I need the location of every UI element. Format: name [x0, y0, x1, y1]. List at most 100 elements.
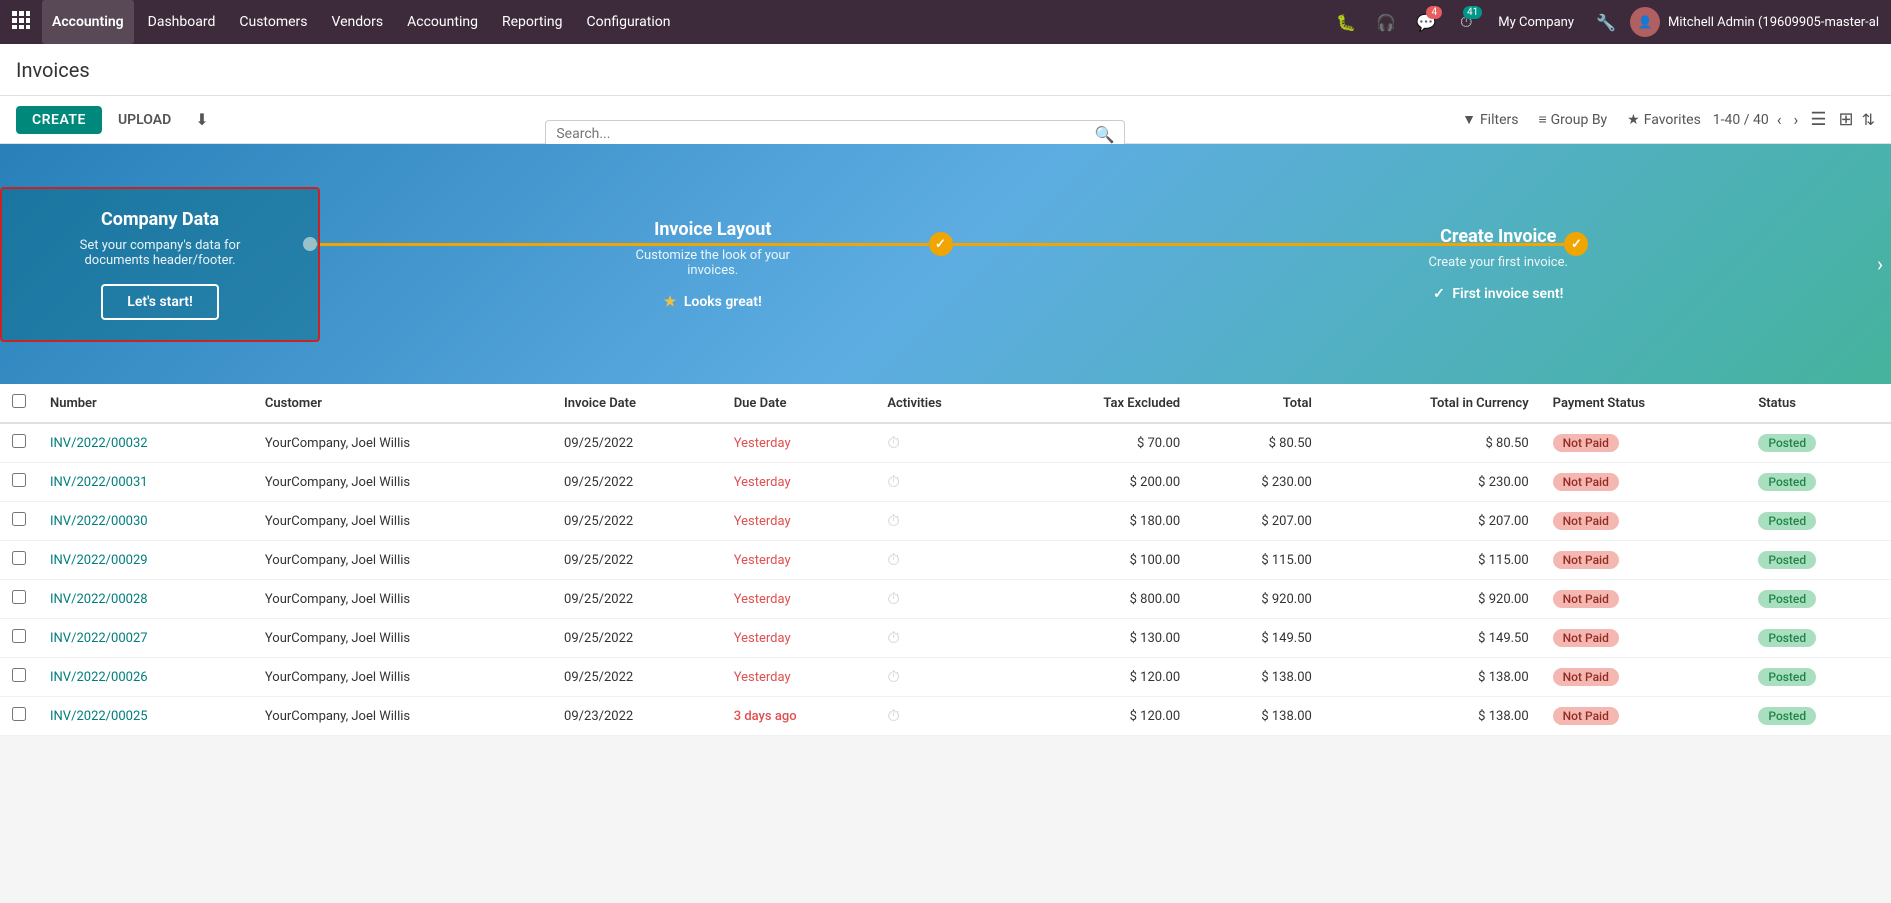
- header-payment-status[interactable]: Payment Status: [1541, 384, 1747, 423]
- cell-customer: YourCompany, Joel Willis: [253, 541, 552, 580]
- cell-number[interactable]: INV/2022/00028: [38, 580, 253, 619]
- nav-configuration[interactable]: Configuration: [577, 0, 681, 44]
- cell-activities[interactable]: ⏱: [875, 580, 1014, 619]
- row-checkbox[interactable]: [12, 590, 26, 604]
- nav-customers[interactable]: Customers: [229, 0, 317, 44]
- nav-dashboard[interactable]: Dashboard: [138, 0, 226, 44]
- row-checkbox-cell[interactable]: [0, 502, 38, 541]
- activity-clock-icon[interactable]: ⏱: [887, 667, 899, 686]
- cell-tax-excluded: $ 120.00: [1014, 658, 1192, 697]
- activity-clock-icon[interactable]: ⏱: [887, 550, 899, 569]
- activity-clock-icon[interactable]: ⏱: [887, 628, 899, 647]
- headset-icon[interactable]: 🎧: [1370, 6, 1402, 38]
- cell-number[interactable]: INV/2022/00025: [38, 697, 253, 736]
- row-checkbox[interactable]: [12, 473, 26, 487]
- cell-payment-status: Not Paid: [1541, 423, 1747, 463]
- row-checkbox-cell[interactable]: [0, 697, 38, 736]
- company-selector[interactable]: My Company: [1490, 15, 1582, 30]
- filter-icon: ▼: [1462, 111, 1476, 128]
- cell-activities[interactable]: ⏱: [875, 463, 1014, 502]
- upload-button[interactable]: UPLOAD: [110, 106, 179, 134]
- favorites-button[interactable]: ★ Favorites: [1619, 108, 1709, 132]
- status-badge: Posted: [1758, 473, 1816, 491]
- header-customer[interactable]: Customer: [253, 384, 552, 423]
- avatar[interactable]: 👤: [1630, 7, 1660, 37]
- table-row: INV/2022/00031 YourCompany, Joel Willis …: [0, 463, 1891, 502]
- cell-activities[interactable]: ⏱: [875, 619, 1014, 658]
- activity-clock-icon[interactable]: ⏱: [887, 706, 899, 725]
- cell-number[interactable]: INV/2022/00027: [38, 619, 253, 658]
- cell-total-currency: $ 207.00: [1324, 502, 1541, 541]
- top-navigation: Accounting Dashboard Customers Vendors A…: [0, 0, 1891, 44]
- cell-activities[interactable]: ⏱: [875, 697, 1014, 736]
- payment-status-badge: Not Paid: [1553, 434, 1619, 452]
- cell-status: Posted: [1746, 580, 1891, 619]
- cell-activities[interactable]: ⏱: [875, 658, 1014, 697]
- row-checkbox[interactable]: [12, 707, 26, 721]
- cell-invoice-date: 09/25/2022: [552, 580, 722, 619]
- row-checkbox-cell[interactable]: [0, 619, 38, 658]
- cell-number[interactable]: INV/2022/00030: [38, 502, 253, 541]
- cell-activities[interactable]: ⏱: [875, 541, 1014, 580]
- chat-badge: 4: [1426, 6, 1442, 19]
- step2-title: Invoice Layout: [654, 219, 771, 240]
- nav-vendors[interactable]: Vendors: [322, 0, 394, 44]
- nav-reporting[interactable]: Reporting: [492, 0, 573, 44]
- activity-clock-icon[interactable]: ⏱: [887, 511, 899, 530]
- header-status[interactable]: Status: [1746, 384, 1891, 423]
- header-activities[interactable]: Activities: [875, 384, 1014, 423]
- header-due-date[interactable]: Due Date: [722, 384, 876, 423]
- header-total[interactable]: Total: [1192, 384, 1324, 423]
- download-button[interactable]: ⬇: [187, 104, 216, 135]
- activity-icon[interactable]: ⏱ 41: [1450, 6, 1482, 38]
- banner-next-arrow[interactable]: ›: [1877, 252, 1883, 276]
- header-tax-excluded[interactable]: Tax Excluded: [1014, 384, 1192, 423]
- row-checkbox[interactable]: [12, 434, 26, 448]
- filters-button[interactable]: ▼ Filters: [1454, 107, 1526, 132]
- next-page-button[interactable]: ›: [1790, 108, 1803, 131]
- row-checkbox-cell[interactable]: [0, 580, 38, 619]
- header-number[interactable]: Number: [38, 384, 253, 423]
- grid-menu-icon[interactable]: [12, 11, 30, 33]
- cell-number[interactable]: INV/2022/00029: [38, 541, 253, 580]
- cell-total-currency: $ 138.00: [1324, 658, 1541, 697]
- row-checkbox-cell[interactable]: [0, 658, 38, 697]
- invoices-table-container: Number Customer Invoice Date Due Date Ac…: [0, 384, 1891, 736]
- cell-status: Posted: [1746, 502, 1891, 541]
- username-label[interactable]: Mitchell Admin (19609905-master-al: [1668, 15, 1879, 30]
- cell-activities[interactable]: ⏱: [875, 502, 1014, 541]
- chat-icon[interactable]: 💬 4: [1410, 6, 1442, 38]
- cell-customer: YourCompany, Joel Willis: [253, 658, 552, 697]
- list-view-button[interactable]: ☰: [1806, 105, 1830, 134]
- prev-page-button[interactable]: ‹: [1773, 108, 1786, 131]
- row-checkbox-cell[interactable]: [0, 423, 38, 463]
- grid-view-button[interactable]: ⊞: [1835, 105, 1858, 134]
- activity-clock-icon[interactable]: ⏱: [887, 589, 899, 608]
- cell-number[interactable]: INV/2022/00031: [38, 463, 253, 502]
- select-all-checkbox[interactable]: [12, 394, 26, 408]
- search-input[interactable]: [556, 126, 1094, 142]
- row-checkbox[interactable]: [12, 668, 26, 682]
- create-button[interactable]: CREATE: [16, 106, 102, 134]
- row-checkbox-cell[interactable]: [0, 463, 38, 502]
- row-checkbox[interactable]: [12, 551, 26, 565]
- cell-number[interactable]: INV/2022/00026: [38, 658, 253, 697]
- nav-accounting-menu[interactable]: Accounting: [397, 0, 488, 44]
- row-checkbox[interactable]: [12, 512, 26, 526]
- cell-number[interactable]: INV/2022/00032: [38, 423, 253, 463]
- row-checkbox[interactable]: [12, 629, 26, 643]
- activity-clock-icon[interactable]: ⏱: [887, 433, 899, 452]
- group-by-button[interactable]: ≡ Group By: [1530, 107, 1615, 132]
- activity-clock-icon[interactable]: ⏱: [887, 472, 899, 491]
- row-checkbox-cell[interactable]: [0, 541, 38, 580]
- cell-activities[interactable]: ⏱: [875, 423, 1014, 463]
- bug-icon[interactable]: 🐛: [1330, 6, 1362, 38]
- header-invoice-date[interactable]: Invoice Date: [552, 384, 722, 423]
- nav-accounting[interactable]: Accounting: [42, 0, 134, 44]
- wrench-icon[interactable]: 🔧: [1590, 6, 1622, 38]
- lets-start-button[interactable]: Let's start!: [101, 284, 218, 320]
- payment-status-badge: Not Paid: [1553, 629, 1619, 647]
- settings-icon-button[interactable]: ⇅: [1862, 110, 1875, 129]
- header-total-currency[interactable]: Total in Currency: [1324, 384, 1541, 423]
- header-checkbox-col[interactable]: [0, 384, 38, 423]
